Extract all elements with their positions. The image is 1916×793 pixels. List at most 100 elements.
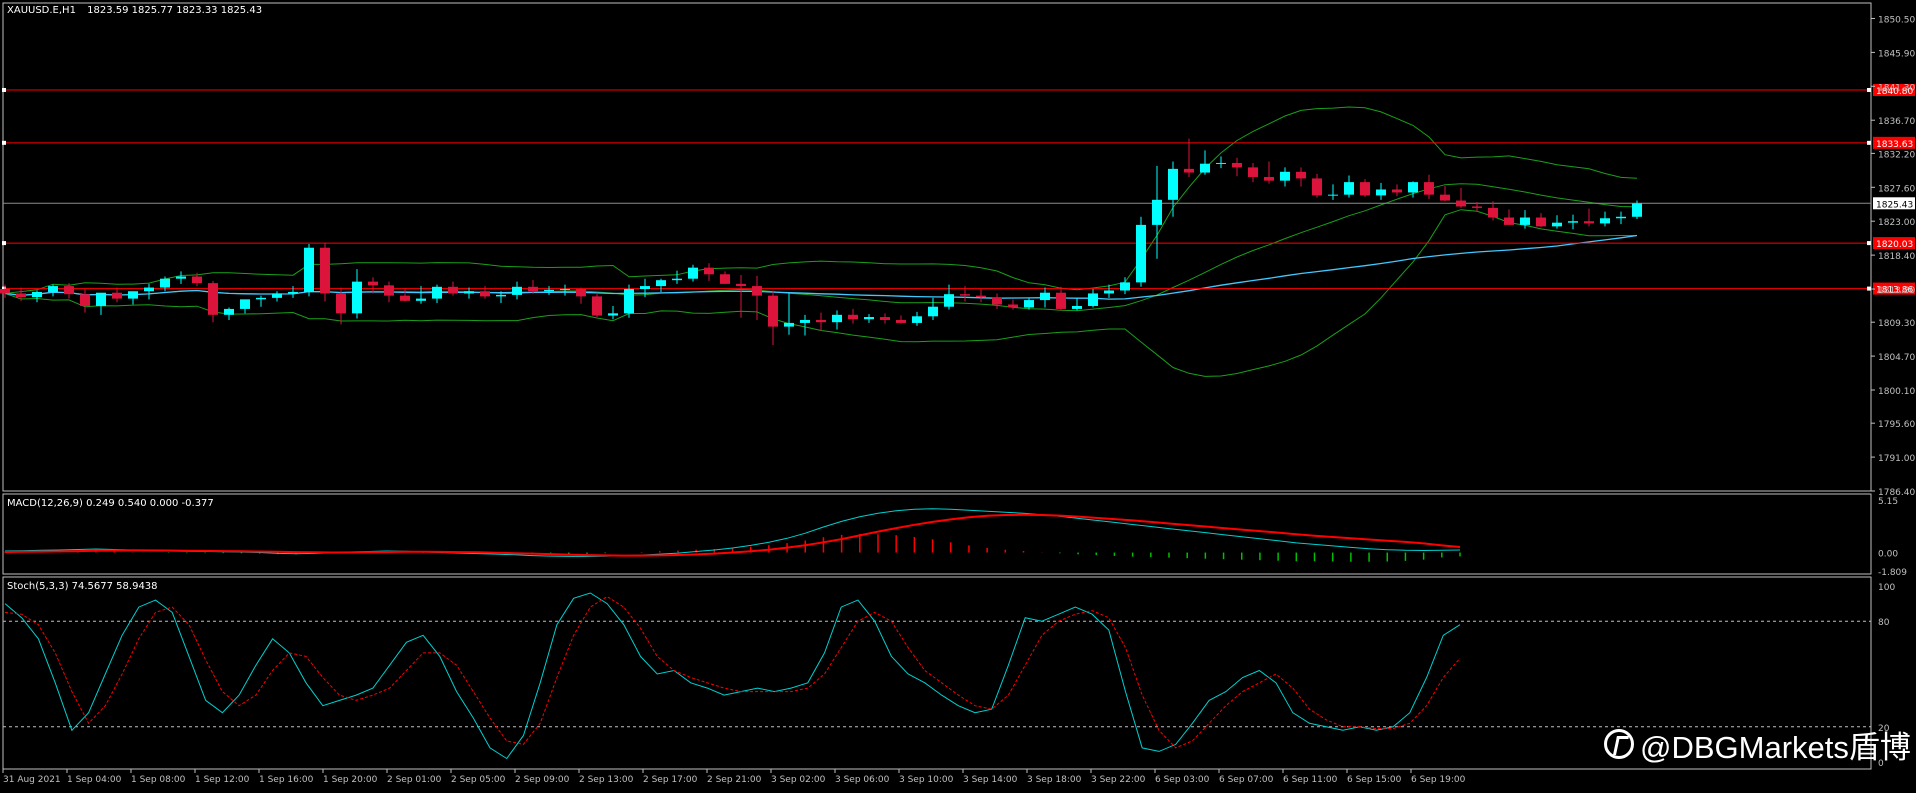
candle-bear — [1232, 162, 1242, 168]
level-price-label: 1833.63 — [1876, 140, 1913, 150]
candle-bull — [1632, 203, 1642, 217]
candle-bear — [480, 291, 490, 297]
candle-bull — [1072, 305, 1082, 309]
candle-bull — [1344, 182, 1354, 195]
time-axis-label: 31 Aug 2021 — [3, 775, 61, 785]
candle-bear — [80, 294, 90, 306]
candle-bear — [528, 286, 538, 292]
chart-background — [0, 0, 1916, 789]
price-axis-label: 1795.60 — [1878, 420, 1915, 430]
time-axis-label: 3 Sep 22:00 — [1091, 775, 1146, 785]
stoch-axis-label: 100 — [1878, 583, 1895, 593]
candle-bull — [640, 286, 650, 290]
candle-bull — [1104, 290, 1114, 294]
price-axis-label: 1791.00 — [1878, 454, 1915, 464]
level-handle-left — [2, 87, 6, 92]
candle-bull — [304, 247, 314, 292]
time-axis-label: 1 Sep 20:00 — [323, 775, 378, 785]
candle-bull — [288, 291, 298, 294]
candle-bull — [1120, 282, 1130, 291]
price-axis-label: 1813.80 — [1878, 286, 1915, 296]
candle-bear — [1248, 167, 1258, 177]
candle-bear — [1392, 189, 1402, 193]
candle-bear — [816, 319, 826, 323]
candle-bull — [624, 289, 634, 314]
candle-bull — [224, 308, 234, 315]
candle-bear — [1296, 171, 1306, 179]
candle-bear — [720, 274, 730, 284]
candle-bear — [1008, 304, 1018, 308]
price-axis-label: 1832.20 — [1878, 150, 1915, 160]
candle-bull — [512, 286, 522, 295]
level-price-label: 1820.03 — [1876, 240, 1913, 250]
time-axis-label: 3 Sep 14:00 — [963, 775, 1018, 785]
price-axis-label: 1800.10 — [1878, 387, 1915, 397]
time-axis-label: 2 Sep 17:00 — [643, 775, 698, 785]
candle-bull — [96, 292, 106, 306]
candle-bull — [32, 291, 42, 298]
price-axis-label: 1823.00 — [1878, 218, 1915, 228]
macd-axis-label: -1.809 — [1878, 568, 1907, 578]
price-axis-label: 1845.90 — [1878, 49, 1915, 59]
candle-bull — [1600, 218, 1610, 224]
candle-bear — [1584, 221, 1594, 224]
time-axis-label: 3 Sep 02:00 — [771, 775, 826, 785]
candle-bull — [496, 294, 506, 297]
candle-bull — [1280, 171, 1290, 181]
candle-bull — [1200, 163, 1210, 173]
time-axis-label: 3 Sep 10:00 — [899, 775, 954, 785]
candle-bear — [768, 295, 778, 327]
candle-bear — [1536, 217, 1546, 227]
candle-bear — [976, 295, 986, 298]
candle-bear — [1264, 176, 1274, 181]
time-axis-label: 1 Sep 12:00 — [195, 775, 250, 785]
candle-bull — [272, 293, 282, 298]
chart-canvas[interactable]: 1840.801833.631820.031813.861825.431850.… — [0, 0, 1916, 789]
candle-bull — [1552, 222, 1562, 227]
candle-bull — [256, 297, 266, 300]
candle-bull — [1152, 199, 1162, 225]
time-axis-label: 2 Sep 13:00 — [579, 775, 634, 785]
candle-bull — [1136, 224, 1146, 283]
candle-bear — [1312, 178, 1322, 196]
candle-bull — [144, 287, 154, 292]
candle-bull — [1168, 168, 1178, 200]
candle-bear — [384, 285, 394, 296]
level-handle-right — [1867, 140, 1871, 145]
candle-bear — [368, 281, 378, 286]
chart-window[interactable]: 1840.80 1833.63 1820.03 1813.86 1825.43 1850.… — [0, 0, 1916, 789]
candle-bull — [240, 299, 250, 309]
candle-bull — [1408, 182, 1418, 193]
candle-bull — [48, 286, 58, 292]
time-axis-label: 2 Sep 05:00 — [451, 775, 506, 785]
price-axis-label: 1841.30 — [1878, 83, 1915, 93]
macd-label: MACD(12,26,9) 0.249 0.540 0.000 -0.377 — [7, 498, 214, 509]
stoch-axis-label: 80 — [1878, 618, 1890, 628]
candle-bear — [320, 247, 330, 294]
level-handle-right — [1867, 241, 1871, 246]
symbol-label: XAUUSD.E,H1 1823.59 1825.77 1823.33 1825… — [7, 5, 262, 16]
time-axis-label: 6 Sep 15:00 — [1347, 775, 1402, 785]
candle-bear — [1488, 207, 1498, 218]
candle-bull — [416, 298, 426, 301]
candle-bear — [1456, 200, 1466, 207]
candle-bear — [880, 317, 890, 320]
candle-bull — [464, 291, 474, 294]
candle-bear — [896, 319, 906, 323]
candle-bull — [672, 278, 682, 281]
macd-axis-label: 5.15 — [1878, 497, 1898, 507]
price-axis-label: 1836.70 — [1878, 117, 1915, 127]
candle-bear — [16, 293, 26, 298]
candle-bull — [560, 289, 570, 291]
candle-bull — [688, 267, 698, 279]
candle-bear — [336, 293, 346, 314]
candle-bull — [912, 316, 922, 323]
watermark-text: @DBGMarkets盾博 — [1640, 729, 1911, 765]
candle-bear — [400, 295, 410, 301]
candle-bear — [1360, 182, 1370, 196]
time-axis-label: 1 Sep 16:00 — [259, 775, 314, 785]
candle-bull — [800, 319, 810, 323]
candle-bull — [1328, 194, 1338, 196]
candle-bull — [1024, 300, 1034, 308]
level-handle-right — [1867, 286, 1871, 291]
